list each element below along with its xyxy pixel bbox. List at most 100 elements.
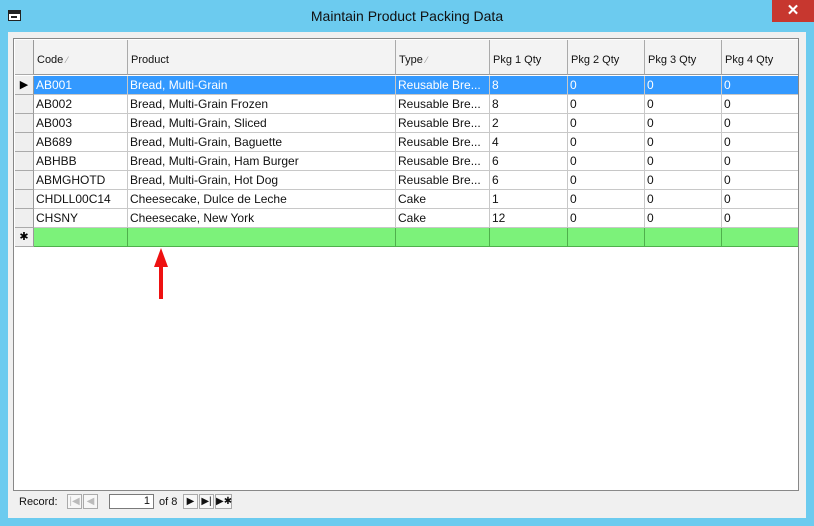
cell-product[interactable]: Bread, Multi-Grain xyxy=(128,76,396,95)
cell-code[interactable]: CHSNY xyxy=(34,209,128,228)
new-row-selector[interactable]: ✱ xyxy=(15,228,34,247)
column-header-pkg2-qty[interactable]: Pkg 2 Qty xyxy=(568,40,645,75)
cell-pkg2-qty[interactable]: 0 xyxy=(568,209,645,228)
cell-product[interactable]: Cheesecake, Dulce de Leche xyxy=(128,190,396,209)
cell-pkg1-qty[interactable]: 8 xyxy=(490,76,568,95)
cell-pkg1-qty[interactable]: 2 xyxy=(490,114,568,133)
cell-pkg3-qty[interactable]: 0 xyxy=(645,152,722,171)
cell-product[interactable]: Bread, Multi-Grain, Hot Dog xyxy=(128,171,396,190)
last-record-button[interactable]: ▶| xyxy=(199,494,214,509)
sort-indicator-icon: ⁄ xyxy=(66,55,68,65)
cell-product[interactable]: Bread, Multi-Grain, Ham Burger xyxy=(128,152,396,171)
annotation-arrow-shaft xyxy=(159,266,163,299)
cell-code[interactable]: AB002 xyxy=(34,95,128,114)
cell-pkg3-qty[interactable]: 0 xyxy=(645,190,722,209)
cell-pkg3-qty[interactable]: 0 xyxy=(645,95,722,114)
title-bar: Maintain Product Packing Data ✕ xyxy=(0,0,814,32)
cell-type[interactable]: Cake xyxy=(396,190,490,209)
cell-type[interactable]: Reusable Bre... xyxy=(396,152,490,171)
cell-pkg4-qty[interactable]: 0 xyxy=(722,209,798,228)
first-record-button[interactable]: |◀ xyxy=(67,494,82,509)
cell-type[interactable]: Reusable Bre... xyxy=(396,114,490,133)
cell-pkg1-qty[interactable]: 1 xyxy=(490,190,568,209)
new-cell-product[interactable] xyxy=(128,228,396,247)
select-all-corner[interactable] xyxy=(15,40,34,75)
cell-pkg2-qty[interactable]: 0 xyxy=(568,76,645,95)
cell-pkg1-qty[interactable]: 12 xyxy=(490,209,568,228)
cell-pkg1-qty[interactable]: 6 xyxy=(490,152,568,171)
cell-pkg4-qty[interactable]: 0 xyxy=(722,114,798,133)
cell-pkg3-qty[interactable]: 0 xyxy=(645,133,722,152)
cell-pkg2-qty[interactable]: 0 xyxy=(568,133,645,152)
cell-code[interactable]: AB689 xyxy=(34,133,128,152)
new-cell-pkg3-qty[interactable] xyxy=(645,228,722,247)
cell-product[interactable]: Bread, Multi-Grain, Baguette xyxy=(128,133,396,152)
row-selector[interactable] xyxy=(15,152,34,171)
cell-type[interactable]: Reusable Bre... xyxy=(396,95,490,114)
cell-pkg1-qty[interactable]: 4 xyxy=(490,133,568,152)
cell-pkg2-qty[interactable]: 0 xyxy=(568,190,645,209)
cell-pkg4-qty[interactable]: 0 xyxy=(722,95,798,114)
new-cell-pkg2-qty[interactable] xyxy=(568,228,645,247)
cell-type[interactable]: Reusable Bre... xyxy=(396,133,490,152)
row-selector[interactable]: ▶ xyxy=(15,76,34,95)
new-cell-pkg1-qty[interactable] xyxy=(490,228,568,247)
cell-product[interactable]: Bread, Multi-Grain Frozen xyxy=(128,95,396,114)
row-selector[interactable] xyxy=(15,95,34,114)
cell-pkg1-qty[interactable]: 6 xyxy=(490,171,568,190)
column-header-label: Code xyxy=(37,54,64,66)
cell-code[interactable]: CHDLL00C14 xyxy=(34,190,128,209)
cell-pkg3-qty[interactable]: 0 xyxy=(645,171,722,190)
window-title: Maintain Product Packing Data xyxy=(310,8,504,24)
cell-product[interactable]: Cheesecake, New York xyxy=(128,209,396,228)
cell-type[interactable]: Cake xyxy=(396,209,490,228)
cell-pkg4-qty[interactable]: 0 xyxy=(722,190,798,209)
row-selector[interactable] xyxy=(15,190,34,209)
column-header-label: Pkg 2 Qty xyxy=(571,54,620,66)
new-cell-pkg4-qty[interactable] xyxy=(722,228,798,247)
row-selector[interactable] xyxy=(15,209,34,228)
cell-pkg3-qty[interactable]: 0 xyxy=(645,114,722,133)
cell-code[interactable]: AB001 xyxy=(34,76,128,95)
column-header-pkg4-qty[interactable]: Pkg 4 Qty xyxy=(722,40,798,75)
column-header-label: Pkg 3 Qty xyxy=(648,54,697,66)
new-record-button[interactable]: ▶✱ xyxy=(215,494,232,509)
column-header-pkg3-qty[interactable]: Pkg 3 Qty xyxy=(645,40,722,75)
column-header-code[interactable]: Code ⁄ xyxy=(34,40,128,75)
cell-pkg3-qty[interactable]: 0 xyxy=(645,209,722,228)
column-header-product[interactable]: Product xyxy=(128,40,396,75)
cell-code[interactable]: AB003 xyxy=(34,114,128,133)
row-selector[interactable] xyxy=(15,114,34,133)
datasheet-grid: Code ⁄ Product Type ⁄ Pkg 1 Qty Pkg 2 Qty Pkg 3… xyxy=(13,38,799,491)
new-cell-type[interactable] xyxy=(396,228,490,247)
current-record-input[interactable]: 1 xyxy=(109,494,154,509)
cell-code[interactable]: ABMGHOTD xyxy=(34,171,128,190)
row-selector[interactable] xyxy=(15,171,34,190)
cell-pkg2-qty[interactable]: 0 xyxy=(568,171,645,190)
column-header-label: Pkg 4 Qty xyxy=(725,54,774,66)
record-navigator: Record: |◀ ◀ 1 of 8 ▶ ▶| ▶✱ xyxy=(13,492,799,512)
cell-pkg4-qty[interactable]: 0 xyxy=(722,171,798,190)
cell-product[interactable]: Bread, Multi-Grain, Sliced xyxy=(128,114,396,133)
close-button[interactable]: ✕ xyxy=(772,0,814,22)
cell-type[interactable]: Reusable Bre... xyxy=(396,76,490,95)
row-selector[interactable] xyxy=(15,133,34,152)
column-header-pkg1-qty[interactable]: Pkg 1 Qty xyxy=(490,40,568,75)
new-cell-code[interactable] xyxy=(34,228,128,247)
annotation-arrow-head xyxy=(154,248,168,267)
cell-pkg4-qty[interactable]: 0 xyxy=(722,152,798,171)
cell-pkg4-qty[interactable]: 0 xyxy=(722,76,798,95)
next-record-button[interactable]: ▶ xyxy=(183,494,198,509)
column-header-type[interactable]: Type ⁄ xyxy=(396,40,490,75)
cell-pkg2-qty[interactable]: 0 xyxy=(568,114,645,133)
cell-pkg2-qty[interactable]: 0 xyxy=(568,95,645,114)
cell-pkg3-qty[interactable]: 0 xyxy=(645,76,722,95)
cell-pkg4-qty[interactable]: 0 xyxy=(722,133,798,152)
column-header-label: Type xyxy=(399,54,423,66)
column-header-label: Product xyxy=(131,54,169,66)
cell-type[interactable]: Reusable Bre... xyxy=(396,171,490,190)
cell-code[interactable]: ABHBB xyxy=(34,152,128,171)
cell-pkg2-qty[interactable]: 0 xyxy=(568,152,645,171)
cell-pkg1-qty[interactable]: 8 xyxy=(490,95,568,114)
previous-record-button[interactable]: ◀ xyxy=(83,494,98,509)
